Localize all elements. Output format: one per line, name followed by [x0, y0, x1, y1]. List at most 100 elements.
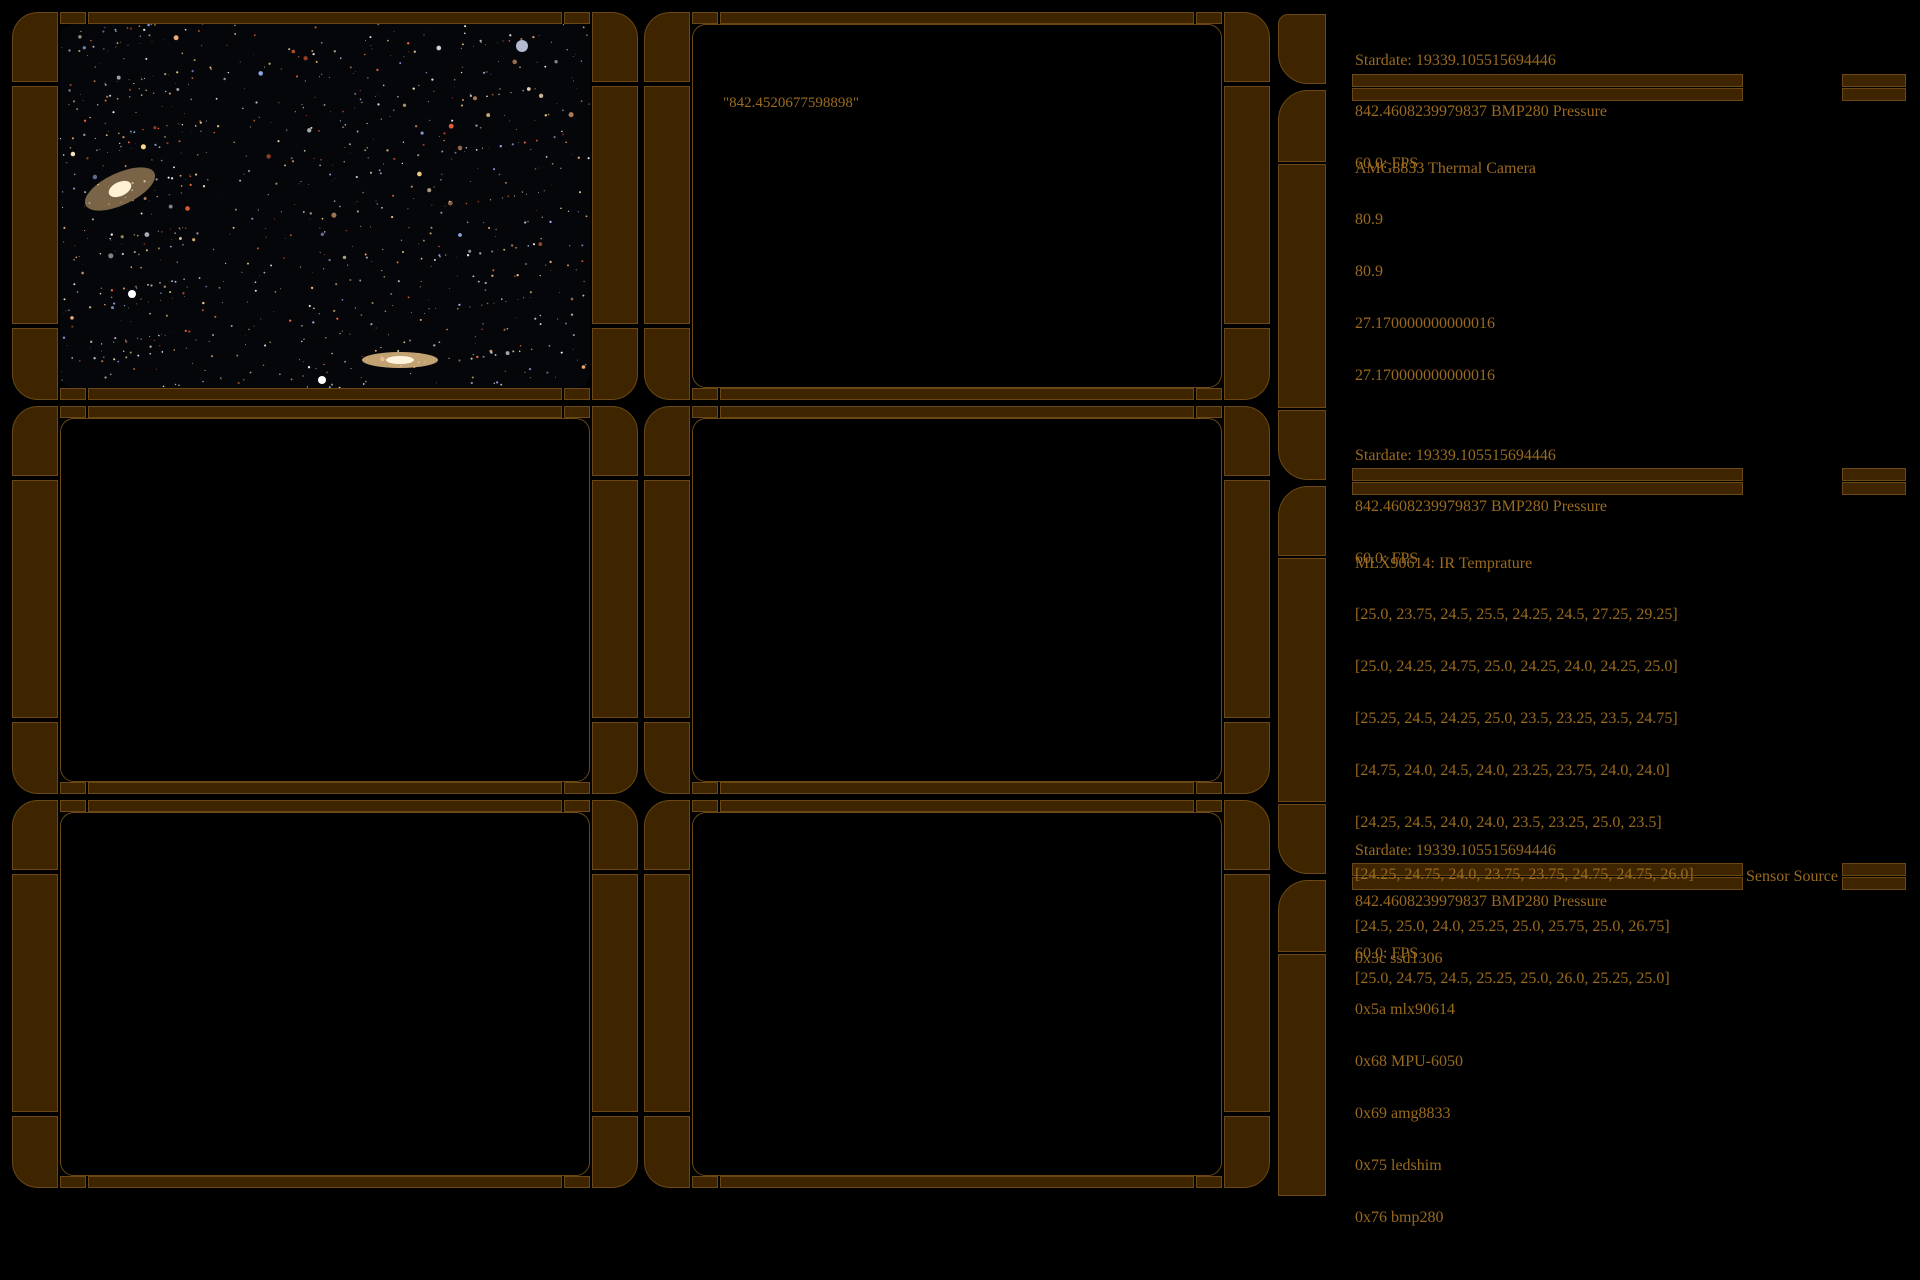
- frame-segment: [1196, 388, 1222, 400]
- ir-row: [25.0, 23.75, 24.5, 25.5, 24.25, 24.5, 2…: [1355, 606, 1678, 624]
- thermal-value: 27.170000000000016: [1355, 315, 1495, 333]
- frame-segment: [720, 782, 1194, 794]
- frame-segment: [644, 800, 690, 870]
- panel-screen: [60, 812, 590, 1176]
- frame-segment: [12, 480, 58, 718]
- thermal-value: 80.9: [1355, 263, 1383, 281]
- frame-segment: [1224, 800, 1270, 870]
- frame-segment: [592, 480, 638, 718]
- frame-segment: [12, 406, 58, 476]
- thermal-value: 80.9: [1355, 211, 1383, 229]
- divider-bar: [1842, 468, 1906, 481]
- frame-segment: [12, 12, 58, 82]
- side-frame-segment: [1278, 558, 1326, 802]
- divider-bar: [1842, 74, 1906, 87]
- frame-segment: [720, 406, 1194, 418]
- frame-segment: [12, 1116, 58, 1188]
- frame-segment: [564, 782, 590, 794]
- frame-segment: [12, 800, 58, 870]
- panel-display-3: [12, 406, 638, 794]
- frame-segment: [644, 480, 690, 718]
- frame-segment: [1196, 800, 1222, 812]
- frame-segment: [1196, 1176, 1222, 1188]
- frame-segment: [564, 1176, 590, 1188]
- frame-segment: [1224, 480, 1270, 718]
- frame-segment: [644, 328, 690, 400]
- frame-segment: [1224, 12, 1270, 82]
- ir-row: [24.75, 24.0, 24.5, 24.0, 23.25, 23.75, …: [1355, 762, 1670, 780]
- frame-segment: [88, 12, 562, 24]
- side-frame-segment: [1278, 410, 1326, 480]
- frame-segment: [1224, 328, 1270, 400]
- frame-segment: [592, 722, 638, 794]
- frame-segment: [1224, 1116, 1270, 1188]
- frame-segment: [1224, 722, 1270, 794]
- device-item: 0x5a mlx90614: [1355, 1001, 1455, 1019]
- frame-segment: [564, 406, 590, 418]
- thermal-camera-block: AMG8833 Thermal Camera 80.9 80.9 27.1700…: [1355, 125, 1536, 402]
- frame-segment: [1196, 406, 1222, 418]
- device-item: 0x75 ledshim: [1355, 1157, 1442, 1175]
- divider-bar: [1842, 863, 1906, 876]
- frame-segment: [60, 388, 86, 400]
- frame-segment: [88, 388, 562, 400]
- frame-segment: [592, 328, 638, 400]
- frame-segment: [644, 406, 690, 476]
- pressure-readout: "842.4520677598898": [723, 95, 859, 111]
- thermal-value: 27.170000000000016: [1355, 367, 1495, 385]
- side-frame-segment: [1278, 954, 1326, 1196]
- panel-display-5: [12, 800, 638, 1188]
- frame-segment: [564, 388, 590, 400]
- frame-segment: [644, 86, 690, 324]
- divider-bar: [1842, 88, 1906, 101]
- panel-screen: "842.4520677598898": [692, 24, 1222, 388]
- frame-segment: [1224, 86, 1270, 324]
- stardate-text: Stardate: 19339.105515694446: [1355, 446, 1556, 464]
- frame-segment: [88, 406, 562, 418]
- side-frame-segment: [1278, 804, 1326, 874]
- frame-segment: [692, 406, 718, 418]
- frame-segment: [592, 86, 638, 324]
- panel-screen: [692, 418, 1222, 782]
- device-item: 0x69 amg8833: [1355, 1105, 1451, 1123]
- frame-segment: [592, 874, 638, 1112]
- frame-segment: [12, 86, 58, 324]
- frame-segment: [1196, 12, 1222, 24]
- side-frame-segment: [1278, 164, 1326, 408]
- panel-display-4: [644, 406, 1270, 794]
- ir-row: [25.0, 24.25, 24.75, 25.0, 24.25, 24.0, …: [1355, 658, 1678, 676]
- frame-segment: [88, 800, 562, 812]
- device-item: 0x68 MPU-6050: [1355, 1053, 1464, 1071]
- side-frame-segment: [1278, 486, 1326, 556]
- device-item: 0x3c ssd1306: [1355, 949, 1443, 967]
- frame-segment: [592, 1116, 638, 1188]
- panel-screen: [60, 418, 590, 782]
- frame-segment: [60, 800, 86, 812]
- frame-segment: [644, 12, 690, 82]
- ir-row: [25.25, 24.5, 24.25, 25.0, 23.5, 23.25, …: [1355, 710, 1678, 728]
- frame-segment: [720, 1176, 1194, 1188]
- sensor-source-label: Sensor Source: [1746, 868, 1838, 885]
- frame-segment: [12, 328, 58, 400]
- frame-segment: [692, 388, 718, 400]
- pressure-text: 842.4608239979837 BMP280 Pressure: [1355, 893, 1608, 911]
- pressure-text: 842.4608239979837 BMP280 Pressure: [1355, 498, 1608, 516]
- stardate-text: Stardate: 19339.105515694446: [1355, 841, 1556, 859]
- frame-segment: [692, 12, 718, 24]
- panel-camera-feed: [12, 12, 638, 400]
- frame-segment: [644, 874, 690, 1112]
- frame-segment: [1196, 782, 1222, 794]
- side-frame-segment: [1278, 90, 1326, 162]
- frame-segment: [592, 12, 638, 82]
- frame-segment: [564, 12, 590, 24]
- sensor-device-list: 0x3c ssd1306 0x5a mlx90614 0x68 MPU-6050…: [1355, 915, 1463, 1244]
- frame-segment: [88, 1176, 562, 1188]
- frame-segment: [60, 12, 86, 24]
- divider-bar: [1842, 482, 1906, 495]
- frame-segment: [592, 406, 638, 476]
- thermal-title: AMG8833 Thermal Camera: [1355, 159, 1536, 177]
- frame-segment: [692, 782, 718, 794]
- frame-segment: [720, 800, 1194, 812]
- frame-segment: [720, 12, 1194, 24]
- frame-segment: [564, 800, 590, 812]
